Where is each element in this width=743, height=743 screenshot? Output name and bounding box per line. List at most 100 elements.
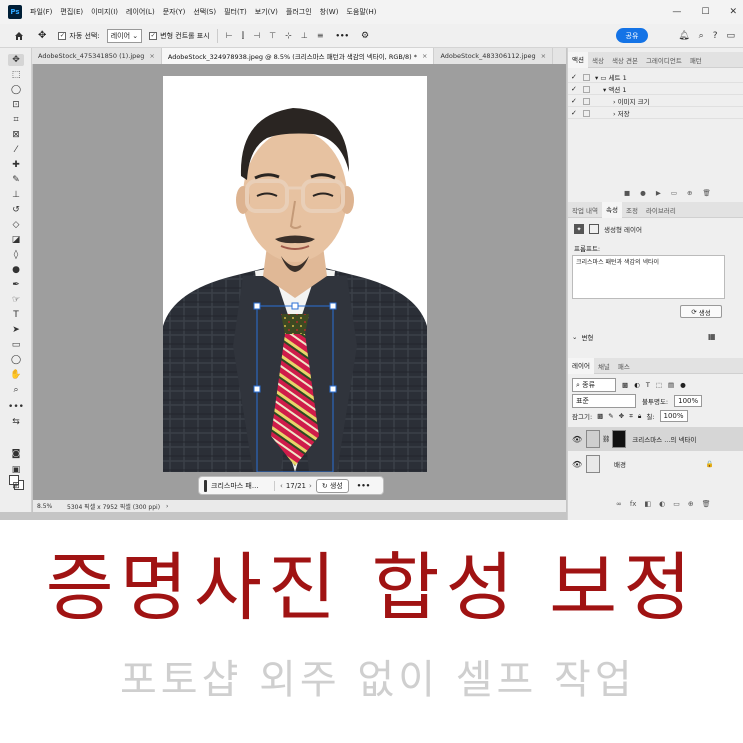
close-icon[interactable]: ×: [149, 52, 154, 60]
align-bottom-icon[interactable]: ⊥: [301, 31, 308, 41]
path-select-tool-icon[interactable]: ➤: [8, 324, 24, 336]
action-check[interactable]: ✓: [571, 73, 581, 81]
crop-tool-icon[interactable]: ⌗: [8, 114, 24, 126]
menu-help[interactable]: 도움말(H): [342, 7, 380, 17]
menu-file[interactable]: 파일(F): [26, 7, 56, 17]
action-check[interactable]: ✓: [571, 109, 581, 117]
prompt-textarea[interactable]: 크리스마스 패턴과 색감의 넥타이: [572, 255, 725, 299]
trash-icon[interactable]: 🗑: [702, 500, 711, 508]
tab-gradients[interactable]: 그레이디언트: [642, 55, 686, 65]
fx-icon[interactable]: fx: [630, 500, 637, 508]
new-group-icon[interactable]: ▭: [673, 500, 680, 508]
tab-history[interactable]: 작업 내역: [568, 205, 602, 215]
lock-paint-icon[interactable]: ✎: [608, 412, 613, 420]
history-brush-icon[interactable]: ↺: [8, 204, 24, 216]
menu-plugins[interactable]: 플러그인: [282, 7, 316, 17]
bell-icon[interactable]: 🔔︎: [678, 31, 689, 41]
home-icon[interactable]: [14, 31, 24, 41]
more-button[interactable]: •••: [357, 482, 370, 490]
action-check[interactable]: ✓: [571, 97, 581, 105]
tab-document-1[interactable]: AdobeStock_475341850 (1).jpeg ×: [32, 48, 162, 64]
new-action-icon[interactable]: ⊕: [687, 189, 692, 197]
eraser-tool-icon[interactable]: ◇: [8, 219, 24, 231]
drag-handle[interactable]: [204, 479, 207, 492]
trash-icon[interactable]: 🗑: [702, 189, 710, 197]
search-icon[interactable]: ⌕: [699, 31, 704, 41]
pen-tool-icon[interactable]: ✒: [8, 279, 24, 291]
close-icon[interactable]: ×: [422, 52, 427, 60]
grid-view-icon[interactable]: ▦: [708, 332, 716, 341]
lasso-tool-icon[interactable]: ◯: [8, 84, 24, 96]
stop-icon[interactable]: ■: [624, 189, 630, 197]
action-row[interactable]: ✓ › 이미지 크기: [568, 96, 743, 107]
dialog-toggle[interactable]: [583, 85, 590, 93]
help-icon[interactable]: ?: [713, 31, 718, 41]
tab-properties[interactable]: 속성: [602, 201, 622, 218]
tab-channels[interactable]: 채널: [594, 361, 614, 371]
move-tool-icon[interactable]: ✥: [38, 30, 46, 41]
gear-icon[interactable]: ⚙: [361, 31, 369, 41]
rectangle-tool-icon[interactable]: ▭: [8, 339, 24, 351]
new-layer-icon[interactable]: ⊕: [688, 500, 694, 508]
layer-filter-dropdown[interactable]: ⌕ 종류: [572, 378, 616, 392]
action-row[interactable]: ✓ ▾ 액션 1: [568, 84, 743, 95]
tab-document-2[interactable]: AdobeStock_324978938.jpeg @ 8.5% (크리스마스 …: [161, 48, 435, 64]
auto-select-check[interactable]: ✓: [58, 31, 67, 40]
adjustment-layer-icon[interactable]: ◐: [659, 500, 665, 508]
play-icon[interactable]: ▶: [656, 189, 661, 197]
quick-mask-icon[interactable]: ◙: [8, 448, 24, 460]
maximize-button[interactable]: ☐: [701, 7, 709, 17]
eyedropper-tool-icon[interactable]: ⁄: [8, 144, 24, 156]
share-button[interactable]: 공유: [616, 28, 648, 43]
canvas-area[interactable]: 크리스마스 패... ‹ 17/21 › ↻ 생성 •••: [33, 64, 566, 500]
frame-mode-icon[interactable]: ⊞: [8, 480, 24, 492]
tab-actions[interactable]: 액션: [568, 51, 588, 68]
next-variation-button[interactable]: ›: [309, 482, 312, 490]
dialog-toggle[interactable]: [583, 109, 590, 117]
filter-pixel-icon[interactable]: ▩: [622, 381, 628, 389]
gradient-tool-icon[interactable]: ◪: [8, 234, 24, 246]
edit-toolbar-icon[interactable]: •••: [8, 401, 24, 413]
align-center-icon[interactable]: ⫿: [242, 31, 245, 41]
previous-variation-button[interactable]: ‹: [280, 482, 283, 490]
more-options-button[interactable]: •••: [336, 32, 349, 40]
filter-smart-icon[interactable]: ▤: [668, 381, 674, 389]
healing-tool-icon[interactable]: ✚: [8, 159, 24, 171]
new-set-icon[interactable]: ▭: [671, 189, 677, 197]
hand-tool-icon[interactable]: ✋: [8, 369, 24, 381]
generate-button[interactable]: ⟳ 생성: [680, 305, 722, 318]
lock-pixels-icon[interactable]: ▩: [597, 412, 603, 420]
dialog-toggle[interactable]: [583, 73, 590, 81]
link-icon[interactable]: ⛓: [602, 435, 610, 443]
align-right-icon[interactable]: ⊣: [253, 31, 260, 41]
minimize-button[interactable]: —: [672, 7, 681, 17]
smudge-tool-icon[interactable]: ☞: [8, 294, 24, 306]
stamp-tool-icon[interactable]: ⊥: [8, 189, 24, 201]
layer-select-dropdown[interactable]: 레이어 ⌄: [106, 28, 143, 43]
transform-check[interactable]: ✓: [149, 31, 158, 40]
prompt-field[interactable]: 크리스마스 패...: [211, 480, 275, 491]
document-canvas[interactable]: [163, 76, 427, 472]
status-menu-arrow[interactable]: ›: [166, 503, 168, 510]
tab-layers[interactable]: 레이어: [568, 357, 594, 374]
tab-paths[interactable]: 패스: [614, 361, 634, 371]
eye-icon[interactable]: 👁: [572, 435, 586, 444]
variations-header[interactable]: ⌄ 변형: [572, 332, 593, 342]
menu-select[interactable]: 선택(S): [189, 7, 220, 17]
transform-controls-checkbox[interactable]: ✓ 변형 컨트롤 표시: [149, 31, 210, 41]
object-select-tool-icon[interactable]: ⊡: [8, 99, 24, 111]
layer-row[interactable]: 👁 ⛓ 크리스마스 ...의 넥타이: [568, 427, 743, 451]
screen-mode-icon[interactable]: ▣: [8, 464, 24, 476]
fill-input[interactable]: 100%: [659, 410, 688, 422]
brush-tool-icon[interactable]: ✎: [8, 174, 24, 186]
auto-select-checkbox[interactable]: ✓ 자동 선택:: [58, 31, 100, 41]
type-tool-icon[interactable]: T: [8, 309, 24, 321]
eye-icon[interactable]: 👁: [572, 460, 586, 469]
opacity-input[interactable]: 100%: [674, 395, 703, 407]
menu-image[interactable]: 이미지(I): [87, 7, 122, 17]
tab-document-3[interactable]: AdobeStock_483306112.jpeg ×: [434, 48, 554, 64]
frame-tool-icon[interactable]: ⊠: [8, 129, 24, 141]
action-row[interactable]: ✓ ▾ ▭ 세트 1: [568, 72, 743, 83]
lock-all-icon[interactable]: 🔒︎: [638, 412, 641, 421]
menu-window[interactable]: 창(W): [316, 7, 343, 17]
